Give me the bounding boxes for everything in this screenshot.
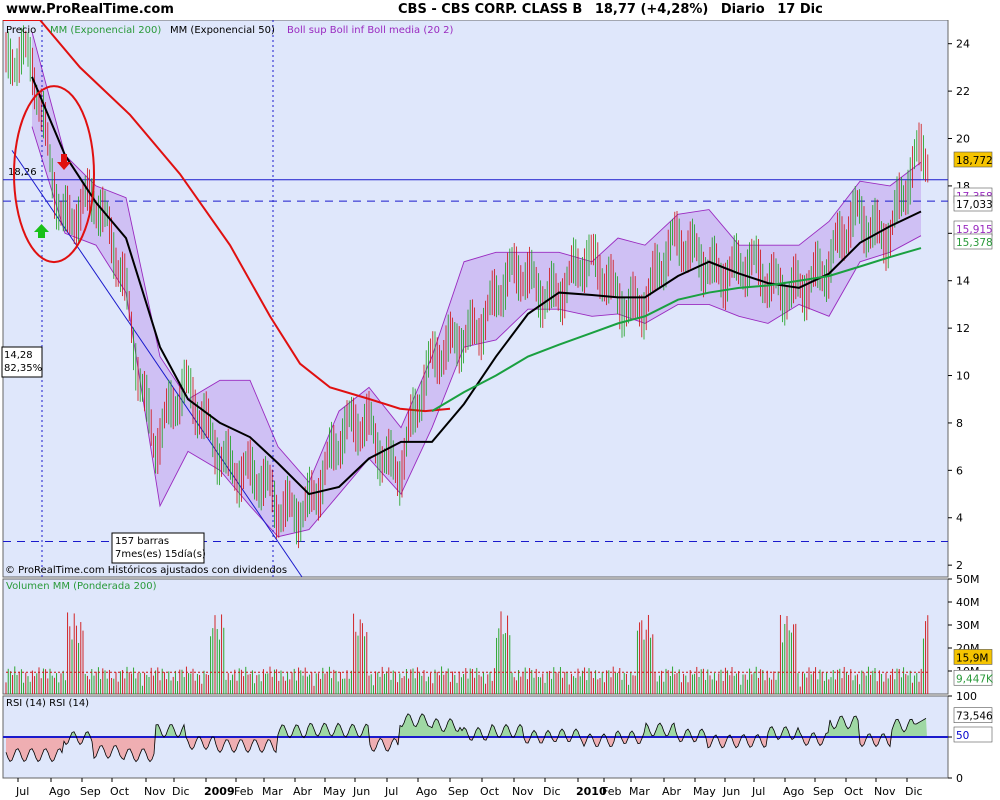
price-legend-item: Precio [6, 25, 36, 36]
price-y-tick-label: 8 [956, 417, 963, 430]
rsi-badge: 73,546 [956, 711, 993, 723]
price-y-tick-label: 14 [956, 275, 970, 288]
rsi-legend: RSI (14) RSI (14) [6, 698, 89, 709]
x-axis-label: Dic [905, 785, 923, 798]
x-axis-label: Mar [262, 785, 283, 798]
x-axis-label: Ago [416, 785, 438, 798]
x-axis-label: Sep [448, 785, 469, 798]
x-axis-label: Nov [874, 785, 896, 798]
price-y-tick-label: 4 [956, 512, 963, 525]
bars-annotation-count: 157 barras [115, 536, 169, 547]
x-axis-label: May [693, 785, 716, 798]
price-legend-item: MM (Exponencial 200) [50, 25, 161, 36]
x-axis-label: Feb [234, 785, 253, 798]
date-label: 17 Dic [777, 2, 823, 17]
chart-title: CBS - CBS CORP. CLASS B 18,77 (+4,28%) D… [398, 2, 831, 17]
rsi-y-tick-label: 100 [956, 690, 977, 703]
price-y-tick-label: 12 [956, 322, 970, 335]
price-footer-note: © ProRealTime.com Históricos ajustados c… [5, 564, 287, 576]
rsi-y-tick-label: 0 [956, 772, 963, 785]
x-axis-label: Jul [15, 785, 29, 798]
price-y-tick-label: 10 [956, 370, 970, 383]
x-axis-label: Nov [512, 785, 534, 798]
price-y-tick-label: 22 [956, 85, 970, 98]
price-badge: 15,378 [956, 237, 993, 249]
x-axis-label: Jun [722, 785, 740, 798]
price-badge: 18,772 [956, 155, 993, 167]
site-name[interactable]: www.ProRealTime.com [6, 2, 174, 17]
x-axis-label: Jun [352, 785, 370, 798]
pct-annotation-percent: 82,35% [4, 363, 42, 374]
x-axis-label: Ago [783, 785, 805, 798]
x-axis-label: Jul [384, 785, 398, 798]
x-axis-label: Oct [110, 785, 130, 798]
x-axis-label: 2009 [204, 785, 235, 798]
price-badge: 17,033 [956, 199, 993, 211]
volume-legend: Volumen MM (Ponderada 200) [6, 581, 157, 592]
volume-badge: 15,9M [956, 652, 988, 664]
x-axis-label: Dic [543, 785, 561, 798]
x-axis-label: Sep [813, 785, 834, 798]
x-axis-label: Ago [49, 785, 71, 798]
x-axis-label: Oct [480, 785, 500, 798]
x-axis-label: Jul [751, 785, 765, 798]
x-axis-label: May [323, 785, 346, 798]
price-y-tick-label: 20 [956, 133, 970, 146]
price-legend-item: Boll sup Boll inf Boll media (20 2) [287, 25, 454, 36]
bars-annotation-duration: 7mes(es) 15día(s) [115, 548, 206, 560]
x-axis-label: Dic [172, 785, 190, 798]
volume-y-tick-label: 50M [956, 573, 980, 586]
x-axis-label: Mar [629, 785, 650, 798]
volume-y-tick-label: 40M [956, 596, 980, 609]
chart-header: www.ProRealTime.com CBS - CBS CORP. CLAS… [0, 0, 1000, 20]
chart-window: www.ProRealTime.com CBS - CBS CORP. CLAS… [0, 0, 1000, 800]
price-legend-item: MM (Exponencial 50) [170, 25, 275, 36]
price-change-label: 18,77 (+4,28%) [594, 2, 709, 17]
stock-chart[interactable]: 2422201816141210864218,26PrecioMM (Expon… [0, 20, 1000, 800]
price-y-tick-label: 24 [956, 38, 970, 51]
price-y-tick-label: 6 [956, 464, 963, 477]
ticker-label: CBS - CBS CORP. CLASS B [398, 2, 583, 17]
x-axis-label: Nov [144, 785, 166, 798]
pct-annotation-value: 14,28 [4, 350, 33, 361]
x-axis-label: Feb [602, 785, 621, 798]
x-axis-label: Oct [844, 785, 864, 798]
volume-y-tick-label: 30M [956, 619, 980, 632]
price-y-tick-label: 2 [956, 559, 963, 572]
volume-ma-badge: 9,447K [956, 673, 994, 685]
x-axis-label: Sep [80, 785, 101, 798]
x-axis-label: Abr [662, 785, 682, 798]
period-label: Diario [720, 2, 765, 17]
rsi-reference-badge: 50 [956, 730, 969, 742]
resistance-label: 18,26 [8, 167, 37, 178]
x-axis-label: Abr [293, 785, 313, 798]
